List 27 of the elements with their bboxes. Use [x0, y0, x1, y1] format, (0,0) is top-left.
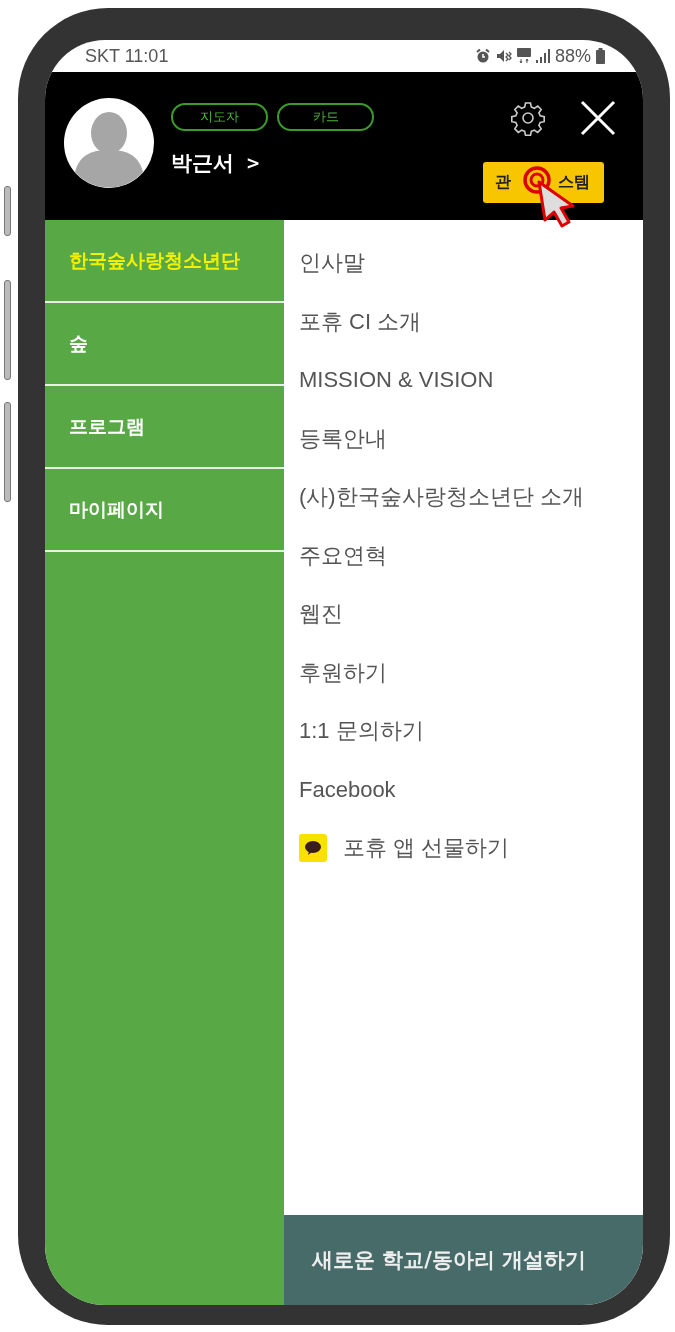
role-badge[interactable]: 지도자	[171, 103, 268, 131]
mute-icon	[495, 48, 512, 64]
role-badge[interactable]: 카드	[277, 103, 374, 131]
profile-arrow[interactable]: >	[246, 153, 261, 173]
submenu-item[interactable]: 주요연혁	[284, 526, 643, 585]
network-5g-icon	[516, 48, 531, 64]
user-name[interactable]: 박근서	[171, 149, 234, 177]
battery-icon	[596, 48, 605, 64]
close-icon[interactable]	[580, 100, 616, 136]
submenu-item[interactable]: 후원하기	[284, 643, 643, 702]
signal-icon	[535, 48, 550, 64]
create-school-club-button[interactable]: 새로운 학교/동아리 개설하기	[284, 1215, 643, 1305]
submenu-item[interactable]: 1:1 문의하기	[284, 702, 643, 761]
settings-icon[interactable]	[510, 100, 546, 136]
alarm-icon	[474, 48, 491, 64]
submenu-item[interactable]: 포휴 앱 선물하기	[284, 819, 643, 878]
submenu-item[interactable]: 웹진	[284, 585, 643, 644]
status-carrier-time: SKT 11:01	[85, 45, 169, 67]
avatar-icon	[64, 98, 154, 188]
battery-percent: 88%	[554, 45, 591, 67]
submenu-item[interactable]: MISSION & VISION	[284, 351, 643, 410]
submenu-item[interactable]: (사)한국숲사랑청소년단 소개	[284, 468, 643, 527]
submenu-item[interactable]: 등록안내	[284, 409, 643, 468]
submenu-item[interactable]: Facebook	[284, 760, 643, 819]
submenu-item[interactable]: 포휴 CI 소개	[284, 292, 643, 351]
chat-bubble-icon	[299, 834, 327, 863]
submenu-item[interactable]: 인사말	[284, 234, 643, 293]
